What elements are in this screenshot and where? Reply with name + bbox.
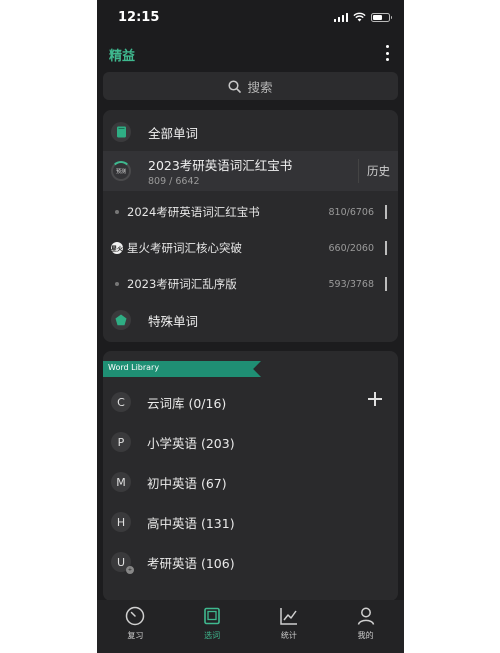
wifi-icon	[353, 12, 366, 22]
search-placeholder: 搜索	[247, 79, 273, 95]
all-words-item[interactable]: 全部单词	[103, 118, 398, 146]
library-item-postgrad[interactable]: U + 考研英语 (106)	[103, 542, 398, 582]
letter-avatar: M	[111, 472, 131, 492]
pentagon-icon	[111, 310, 131, 330]
book-count: 810/6706	[328, 206, 374, 218]
status-time: 12:15	[118, 10, 160, 25]
status-bar: 12:15	[97, 0, 404, 36]
drag-handle[interactable]	[384, 277, 387, 291]
book-icon	[111, 122, 131, 142]
battery-icon	[371, 12, 392, 22]
chart-icon	[280, 608, 297, 625]
current-book-title: 2023考研英语词汇红宝书	[148, 158, 293, 173]
book-title: 星火考研词汇核心突破	[127, 241, 242, 255]
history-button[interactable]: 历史	[358, 159, 398, 183]
more-menu-icon[interactable]	[384, 45, 390, 61]
bottom-tab-bar: 复习 选词 统计 我的	[97, 600, 404, 653]
book-count: 660/2060	[328, 242, 374, 254]
signal-icon	[333, 12, 348, 22]
wordlist-card: 全部单词 预测 2023考研英语词汇红宝书 809 / 6642 历史 2024…	[103, 110, 398, 342]
letter-avatar: U +	[111, 552, 134, 574]
tab-select-words[interactable]: 选词	[174, 600, 251, 653]
status-icons	[333, 12, 392, 22]
library-item-high[interactable]: H 高中英语 (131)	[103, 502, 398, 542]
tab-label: 统计	[280, 631, 297, 640]
book-item[interactable]: 2024考研英语词汇红宝书 810/6706	[103, 194, 398, 230]
library-item-label: 考研英语 (106)	[147, 555, 235, 571]
bullet-dot	[115, 210, 119, 214]
all-words-label: 全部单词	[148, 125, 199, 141]
brand-title[interactable]: 精益	[109, 45, 135, 64]
user-icon	[357, 607, 374, 625]
bullet-dot	[115, 282, 119, 286]
add-icon[interactable]	[368, 392, 382, 406]
tab-review[interactable]: 复习	[97, 600, 174, 653]
clock-icon	[126, 606, 145, 626]
letter-avatar: C	[111, 392, 131, 412]
book-item[interactable]: 星火 星火考研词汇核心突破 660/2060	[103, 230, 398, 266]
badge-icon: +	[126, 566, 134, 574]
special-words-label: 特殊单词	[148, 313, 199, 329]
library-item-primary[interactable]: P 小学英语 (203)	[103, 422, 398, 462]
publisher-logo-icon: 星火	[111, 242, 123, 254]
drag-handle[interactable]	[384, 241, 387, 255]
tab-label: 复习	[127, 631, 144, 640]
book-title: 2024考研英语词汇红宝书	[127, 205, 260, 219]
tab-profile[interactable]: 我的	[327, 600, 404, 653]
word-library-card: Word Library C 云词库 (0/16) P 小学英语 (203) M…	[103, 351, 398, 601]
library-item-middle[interactable]: M 初中英语 (67)	[103, 462, 398, 502]
word-library-tag: Word Library	[103, 361, 261, 377]
current-book-progress: 809 / 6642	[148, 176, 200, 187]
letter-avatar: H	[111, 512, 131, 532]
tab-label: 我的	[357, 631, 374, 640]
library-item-label: 初中英语 (67)	[147, 475, 227, 491]
search-icon	[228, 79, 242, 93]
tab-label: 选词	[204, 631, 221, 640]
app-header: 精益	[97, 38, 404, 68]
library-item-label: 高中英语 (131)	[147, 515, 235, 531]
book-title: 2023考研词汇乱序版	[127, 277, 237, 291]
library-item-label: 小学英语 (203)	[147, 435, 235, 451]
special-words-item[interactable]: 特殊单词	[103, 302, 398, 338]
letter-avatar: P	[111, 432, 131, 452]
tab-stats[interactable]: 统计	[251, 600, 328, 653]
current-book-item[interactable]: 预测 2023考研英语词汇红宝书 809 / 6642 历史	[103, 151, 398, 191]
library-item-label: 云词库 (0/16)	[147, 395, 227, 411]
library-item-cloud[interactable]: C 云词库 (0/16)	[103, 382, 398, 422]
drag-handle[interactable]	[384, 205, 387, 219]
book-count: 593/3768	[328, 278, 374, 290]
book-item[interactable]: 2023考研词汇乱序版 593/3768	[103, 266, 398, 302]
progress-ring-icon: 预测	[111, 161, 131, 181]
book-icon	[204, 607, 220, 625]
search-bar[interactable]: 搜索	[103, 72, 398, 100]
phone-screen: 12:15 精益 搜索 全部单词 预测 2023考研英语词汇红宝书 809 / …	[97, 0, 404, 653]
